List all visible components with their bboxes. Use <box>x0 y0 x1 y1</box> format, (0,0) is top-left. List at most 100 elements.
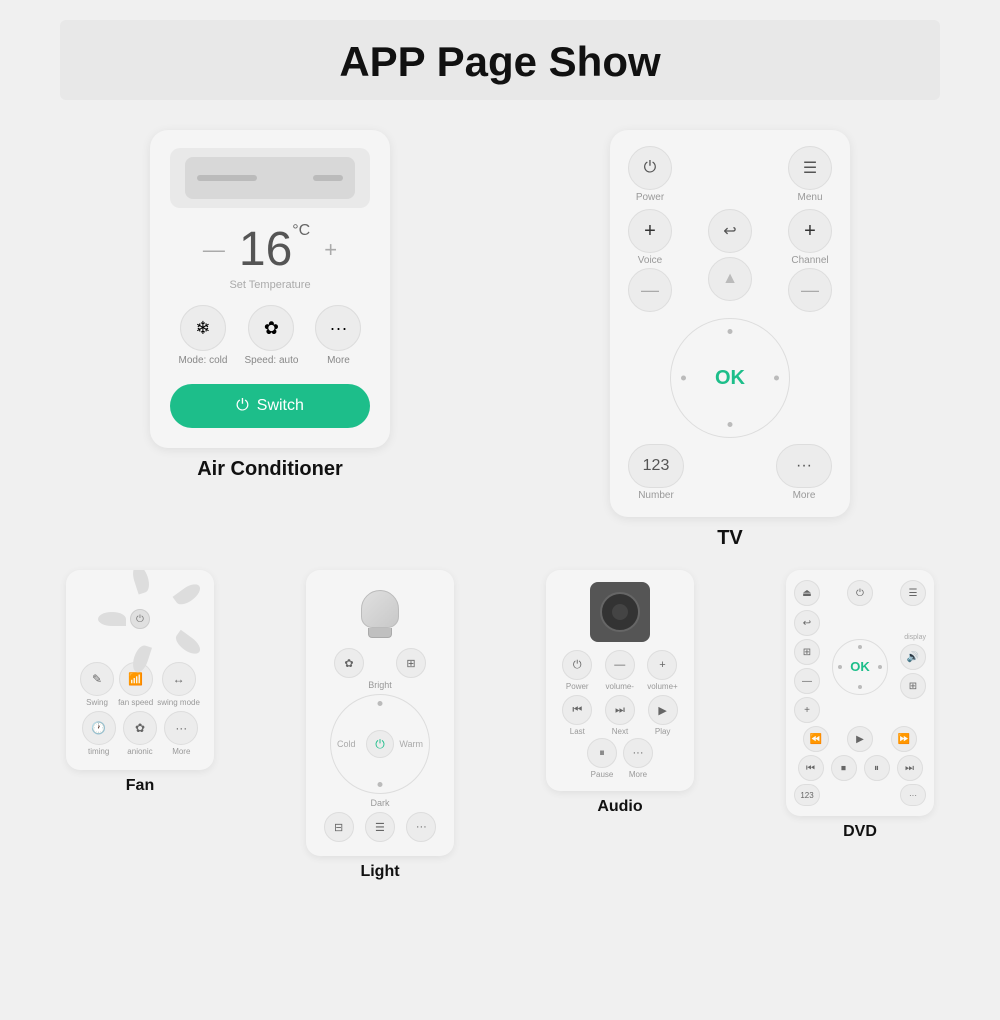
tv-number-col: 123 Number <box>628 444 684 501</box>
dvd-number-btn[interactable]: 123 <box>794 784 820 806</box>
dvd-stop-btn[interactable]: ⏹ <box>831 755 857 781</box>
dvd-more-btn[interactable]: ··· <box>900 784 926 806</box>
fan-swing-mode-btn[interactable]: ↔ swing mode <box>157 662 200 707</box>
ac-plus-btn[interactable]: + <box>324 237 337 263</box>
tv-ok-ring[interactable]: OK <box>670 318 790 438</box>
audio-mid-btn-row: ⏮ Last ⏭ Next ▶ Play <box>556 695 684 736</box>
audio-vol-minus-btn[interactable]: — <box>605 650 635 680</box>
fan-anionic-btn[interactable]: ✿ anionic <box>123 711 157 756</box>
dvd-power-col: ⏻ <box>847 580 873 606</box>
light-preset1-btn[interactable]: ✿ <box>334 648 364 678</box>
tv-card: ⏻ Power ☰ Menu + Voice — ↩ <box>610 130 850 517</box>
dvd-ff-btn[interactable]: ⏩ <box>891 726 917 752</box>
tv-channel-col: + Channel — <box>788 209 832 312</box>
tv-power-col: ⏻ Power <box>628 146 672 203</box>
tv-voice-inner: + Voice — <box>628 209 672 312</box>
audio-speaker-img <box>590 582 650 642</box>
dvd-next-btn[interactable]: ⏭ <box>897 755 923 781</box>
fan-controls: ✎ Swing 📶 fan speed ↔ swing mode 🕐 <box>78 662 202 756</box>
light-preset2-btn[interactable]: ⊞ <box>396 648 426 678</box>
dvd-rew-btn[interactable]: ⏪ <box>803 726 829 752</box>
tv-more-btn[interactable]: ··· <box>776 444 832 488</box>
top-devices-grid: — 16 °C + Set Temperature ❄ Mode: cold ✿… <box>0 100 1000 560</box>
bulb-head <box>361 590 399 628</box>
fan-anionic-label: anionic <box>127 747 152 756</box>
ac-temp-row: — 16 °C + <box>170 222 370 277</box>
ac-switch-button[interactable]: ⏻ Switch <box>170 384 370 428</box>
fan-more-btn[interactable]: ··· More <box>164 711 198 756</box>
dvd-play-btn[interactable]: ▶ <box>847 726 873 752</box>
dvd-ok-label[interactable]: OK <box>850 659 870 674</box>
fan-power-btn[interactable]: ⏻ <box>130 609 150 629</box>
ac-mode-cold-label: Mode: cold <box>179 355 228 366</box>
dvd-menu-btn[interactable]: ☰ <box>900 580 926 606</box>
light-adj1-btn[interactable]: ⊟ <box>324 812 354 842</box>
dvd-minus-btn[interactable]: — <box>794 668 820 694</box>
bulb-base <box>368 628 392 638</box>
tv-number-btn[interactable]: 123 <box>628 444 684 488</box>
tv-ok-label[interactable]: OK <box>715 367 745 390</box>
ac-mode-cold-btn[interactable]: ❄ Mode: cold <box>179 305 228 366</box>
tv-voice-col: + Voice — <box>628 209 672 312</box>
fan-blades-area: ⏻ <box>105 584 175 654</box>
page-title: APP Page Show <box>339 38 660 85</box>
dvd-eject-btn[interactable]: ⏏ <box>794 580 820 606</box>
dvd-num-row: 123 ··· <box>794 784 926 806</box>
tv-up-btn[interactable]: ▲ <box>708 257 752 301</box>
audio-volplus-col: + volume+ <box>647 650 677 691</box>
fan-timing-btn[interactable]: 🕐 timing <box>82 711 116 756</box>
dvd-home-btn[interactable]: ⊞ <box>794 639 820 665</box>
tv-voice-plus-btn[interactable]: + <box>628 209 672 253</box>
light-dot-top <box>378 701 383 706</box>
audio-speaker-inner <box>612 604 628 620</box>
dvd-card-wrap: ⏏ ⏻ ☰ ↩ ⊞ — + <box>740 564 980 887</box>
audio-power-btn[interactable]: ⏻ <box>562 650 592 680</box>
audio-next-col: ⏭ Next <box>605 695 635 736</box>
dvd-left-col: ↩ ⊞ — + <box>794 610 820 723</box>
fan-swing-btn[interactable]: ✎ Swing <box>80 662 114 707</box>
audio-bottom-row: ⏸ Pause ··· More <box>556 738 684 779</box>
tv-back-btn[interactable]: ↩ <box>708 209 752 253</box>
ac-minus-btn[interactable]: — <box>203 237 225 263</box>
fan-blade-4 <box>173 630 204 658</box>
tv-channel-minus-btn[interactable]: — <box>788 268 832 312</box>
dvd-vol-btn[interactable]: 🔊 <box>900 644 926 670</box>
audio-pause-btn[interactable]: ⏸ <box>587 738 617 768</box>
light-power-btn[interactable]: ⏻ <box>366 730 394 758</box>
tv-voice-label: Voice <box>638 255 662 266</box>
dvd-power-btn[interactable]: ⏻ <box>847 580 873 606</box>
ac-temp-value: 16 <box>239 222 292 277</box>
audio-vol-plus-btn[interactable]: + <box>647 650 677 680</box>
tv-channel-plus-btn[interactable]: + <box>788 209 832 253</box>
dvd-plus-btn[interactable]: + <box>794 697 820 723</box>
ac-mode-speed-btn[interactable]: ✿ Speed: auto <box>244 305 298 366</box>
dvd-back-btn[interactable]: ↩ <box>794 610 820 636</box>
audio-next-btn[interactable]: ⏭ <box>605 695 635 725</box>
tv-voice-minus-btn[interactable]: — <box>628 268 672 312</box>
dvd-prev-btn[interactable]: ⏮ <box>798 755 824 781</box>
fan-swing-mode-icon: ↔ <box>162 662 196 696</box>
dvd-dot-right <box>878 665 882 669</box>
ac-unit-body <box>185 157 355 199</box>
audio-more-btn[interactable]: ··· <box>623 738 653 768</box>
light-more-btn[interactable]: ··· <box>406 812 436 842</box>
light-bottom-btns: ⊟ ☰ ··· <box>318 812 442 842</box>
audio-top-btn-row: ⏻ Power — volume- + volume+ <box>556 650 684 691</box>
dvd-pause-btn[interactable]: ⏸ <box>864 755 890 781</box>
dvd-top-row: ⏏ ⏻ ☰ <box>794 580 926 606</box>
tv-menu-col: ☰ Menu <box>788 146 832 203</box>
audio-card: ⏻ Power — volume- + volume+ ⏮ Last <box>546 570 694 791</box>
audio-power-label: Power <box>566 682 589 691</box>
audio-power-col: ⏻ Power <box>562 650 592 691</box>
dvd-grid-btn[interactable]: ⊞ <box>900 673 926 699</box>
light-adj2-btn[interactable]: ☰ <box>365 812 395 842</box>
ac-card: — 16 °C + Set Temperature ❄ Mode: cold ✿… <box>150 130 390 448</box>
ac-vent-slot2 <box>313 175 343 181</box>
ac-deg: °C <box>292 222 310 240</box>
ac-mode-more-btn[interactable]: ··· More <box>315 305 361 366</box>
audio-last-btn[interactable]: ⏮ <box>562 695 592 725</box>
audio-play-btn[interactable]: ▶ <box>648 695 678 725</box>
tv-menu-btn[interactable]: ☰ <box>788 146 832 190</box>
dvd-ok-ring[interactable]: OK <box>832 639 888 695</box>
tv-power-btn[interactable]: ⏻ <box>628 146 672 190</box>
